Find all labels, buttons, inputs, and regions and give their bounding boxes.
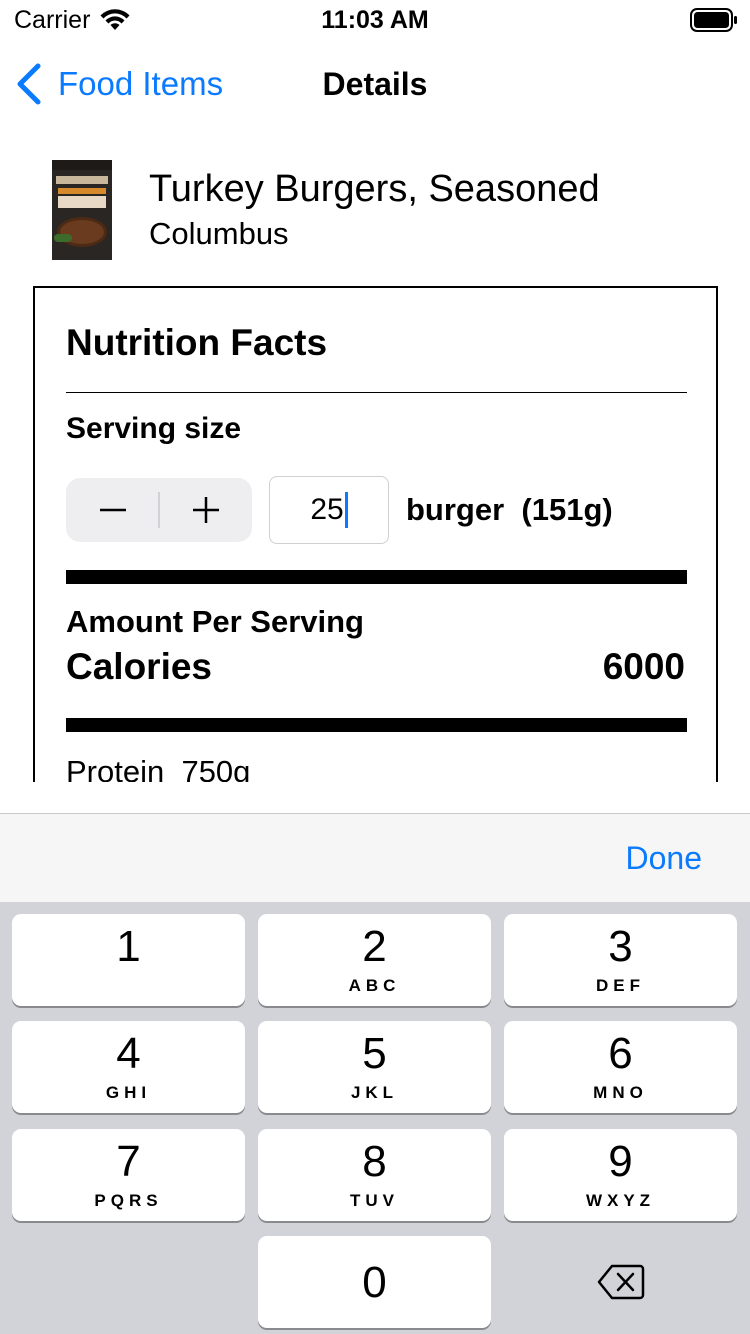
amount-per-serving-label: Amount Per Serving [66,604,364,639]
key-digit: 8 [362,1137,387,1186]
key-7[interactable]: 7 PQRS [12,1129,245,1221]
key-0[interactable]: 0 [258,1236,491,1328]
product-brand: Columbus [149,216,289,251]
serving-size-label: Serving size [66,412,242,445]
status-bar: Carrier 11:03 AM [0,0,750,42]
keyboard-accessory-bar: Done [0,813,750,902]
calories-value: 6000 [602,646,685,687]
navigation-bar: Food Items Details [0,42,750,130]
key-digit: 0 [362,1258,387,1307]
battery-icon [690,8,737,32]
key-letters: TUV [350,1191,399,1210]
done-button[interactable]: Done [626,840,703,877]
page-title: Details [322,66,428,102]
key-digit: 4 [116,1029,141,1078]
serving-stepper [66,478,252,542]
key-letters: JKL [350,1083,399,1102]
key-digit: 1 [116,922,141,971]
key-letters: ABC [348,976,401,995]
key-4[interactable]: 4 GHI [12,1021,245,1113]
protein-row: Protein 750g [66,754,251,782]
nutrition-facts-panel: Nutrition Facts Serving size 25 burger (… [33,286,718,782]
key-letters: WXYZ [585,1191,656,1210]
calories-label: Calories [66,646,213,687]
plus-icon [192,497,219,523]
divider [66,392,687,393]
product-name: Turkey Burgers, Seasoned [149,168,600,210]
key-digit: 7 [116,1137,141,1186]
text-cursor [344,492,348,528]
key-digit: 2 [362,922,387,971]
key-8[interactable]: 8 TUV [258,1129,491,1221]
minus-icon [99,508,126,512]
key-letters: GHI [105,1083,152,1102]
serving-unit: burger (151g) [406,492,613,527]
key-digit: 5 [362,1029,387,1078]
delete-backspace-icon [597,1264,644,1300]
key-5[interactable]: 5 JKL [258,1021,491,1113]
key-2[interactable]: 2 ABC [258,914,491,1006]
nutrition-facts-title: Nutrition Facts [66,322,328,363]
delete-button[interactable] [504,1236,737,1328]
key-digit: 3 [608,922,633,971]
key-letters: DEF [596,976,645,995]
key-6[interactable]: 6 MNO [504,1021,737,1113]
product-header: Turkey Burgers, Seasoned Columbus [52,158,702,268]
thick-divider [66,718,687,732]
status-time: 11:03 AM [321,6,429,34]
key-9[interactable]: 9 WXYZ [504,1129,737,1221]
key-letters: PQRS [94,1191,163,1210]
thick-divider [66,570,687,584]
key-letters: MNO [593,1083,648,1102]
increment-button[interactable] [159,478,252,542]
key-3[interactable]: 3 DEF [504,914,737,1006]
key-digit: 9 [608,1137,633,1186]
key-1[interactable]: 1 [12,914,245,1006]
serving-quantity-value: 25 [310,493,344,526]
decrement-button[interactable] [66,478,159,542]
product-thumbnail [52,160,112,260]
serving-quantity-field[interactable]: 25 [269,476,389,544]
number-keypad: 1 2 ABC 3 DEF 4 GHI 5 JKL 6 MNO 7 PQRS 8… [0,902,750,1334]
key-digit: 6 [608,1029,633,1078]
